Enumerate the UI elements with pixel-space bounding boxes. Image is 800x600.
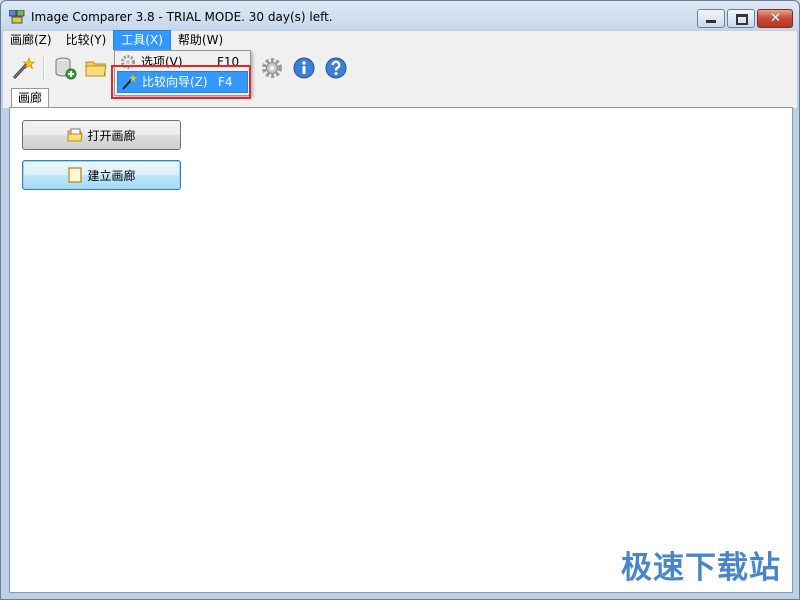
open-folder-icon[interactable] [84, 56, 108, 80]
create-gallery-icon [68, 167, 83, 183]
app-icon [9, 10, 25, 24]
maximize-button[interactable] [727, 9, 755, 28]
annotation-highlight-box [111, 65, 251, 99]
close-button[interactable]: ✕ [757, 9, 793, 28]
toolbar-separator [43, 56, 45, 80]
create-gallery-button[interactable]: 建立画廊 [22, 160, 181, 190]
maximize-icon [736, 14, 748, 25]
help-icon[interactable] [324, 56, 348, 80]
new-database-icon[interactable] [53, 56, 77, 80]
window-controls: ✕ [695, 9, 793, 28]
menu-gallery[interactable]: 画廊(Z) [3, 31, 59, 50]
menu-tools[interactable]: 工具(X) [113, 30, 171, 51]
menu-bar: 画廊(Z) 比较(Y) 工具(X) 帮助(W) [3, 30, 797, 51]
magic-wand-icon[interactable] [11, 56, 35, 80]
watermark-text: 极速下载站 [621, 550, 781, 586]
minimize-icon [706, 20, 716, 23]
menu-help[interactable]: 帮助(W) [171, 31, 230, 50]
open-gallery-icon [67, 128, 84, 142]
title-bar[interactable]: Image Comparer 3.8 - TRIAL MODE. 30 day(… [1, 1, 799, 31]
tab-gallery[interactable]: 画廊 [11, 88, 50, 108]
gallery-panel: 打开画廊 建立画廊 [9, 107, 793, 593]
open-gallery-label: 打开画廊 [87, 128, 136, 143]
open-gallery-button[interactable]: 打开画廊 [22, 120, 181, 150]
settings-gear-icon[interactable] [260, 56, 284, 80]
create-gallery-label: 建立画廊 [87, 168, 136, 183]
minimize-button[interactable] [697, 9, 725, 28]
info-icon[interactable] [292, 56, 316, 80]
close-icon: ✕ [770, 11, 781, 26]
window-title: Image Comparer 3.8 - TRIAL MODE. 30 day(… [31, 10, 333, 24]
app-window: Image Comparer 3.8 - TRIAL MODE. 30 day(… [0, 0, 800, 600]
menu-compare[interactable]: 比较(Y) [59, 31, 114, 50]
